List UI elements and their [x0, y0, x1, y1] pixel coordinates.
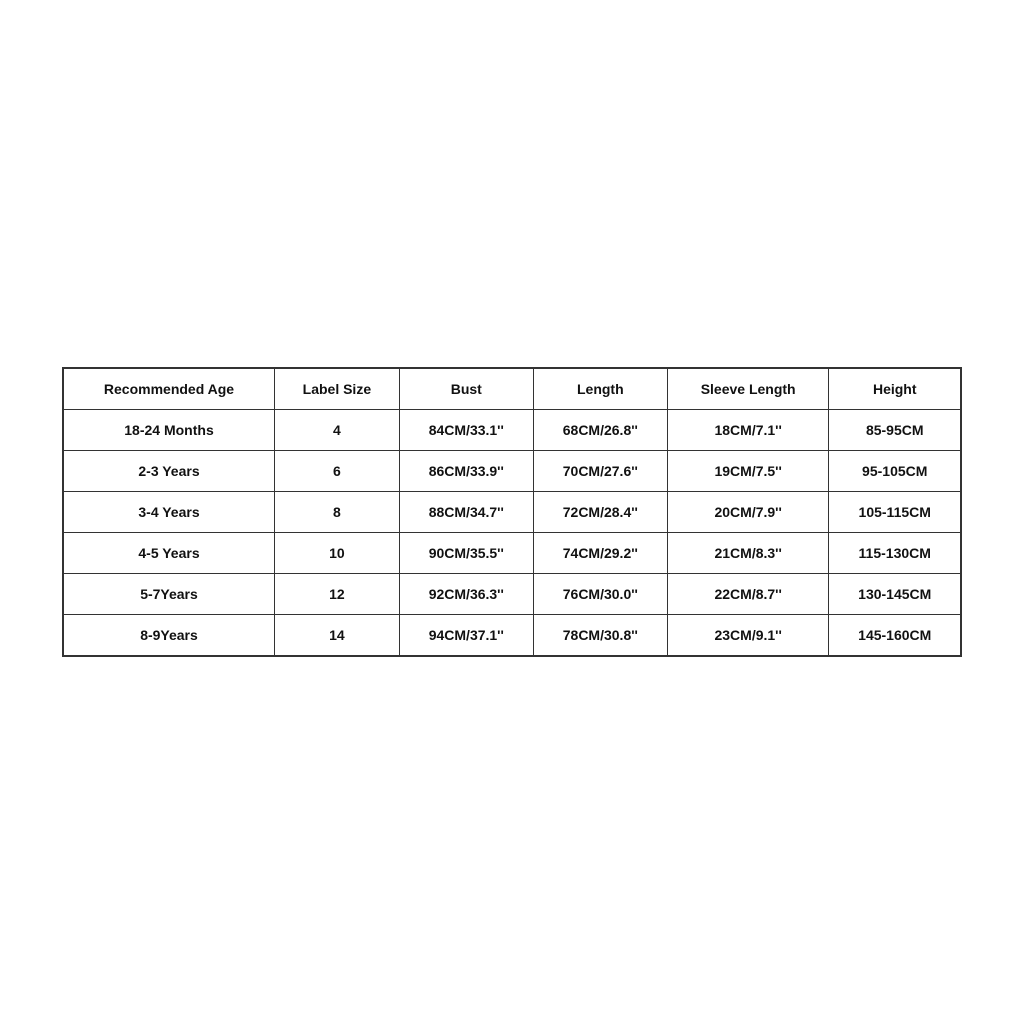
cell-length: 78CM/30.8'': [533, 615, 667, 657]
cell-length: 74CM/29.2'': [533, 533, 667, 574]
cell-age: 8-9Years: [63, 615, 275, 657]
cell-sleeve-length: 23CM/9.1'': [667, 615, 829, 657]
col-header-bust: Bust: [399, 368, 533, 410]
cell-sleeve-length: 19CM/7.5'': [667, 451, 829, 492]
cell-height: 115-130CM: [829, 533, 961, 574]
cell-height: 105-115CM: [829, 492, 961, 533]
cell-bust: 92CM/36.3'': [399, 574, 533, 615]
cell-age: 5-7Years: [63, 574, 275, 615]
table-row: 18-24 Months484CM/33.1''68CM/26.8''18CM/…: [63, 410, 961, 451]
cell-bust: 88CM/34.7'': [399, 492, 533, 533]
cell-age: 4-5 Years: [63, 533, 275, 574]
table-row: 8-9Years1494CM/37.1''78CM/30.8''23CM/9.1…: [63, 615, 961, 657]
col-header-age: Recommended Age: [63, 368, 275, 410]
cell-sleeve-length: 22CM/8.7'': [667, 574, 829, 615]
cell-height: 85-95CM: [829, 410, 961, 451]
cell-label-size: 12: [275, 574, 400, 615]
cell-age: 3-4 Years: [63, 492, 275, 533]
cell-length: 76CM/30.0'': [533, 574, 667, 615]
cell-age: 18-24 Months: [63, 410, 275, 451]
cell-height: 95-105CM: [829, 451, 961, 492]
size-chart-container: Recommended Age Label Size Bust Length S…: [62, 367, 962, 657]
cell-label-size: 6: [275, 451, 400, 492]
size-chart-table: Recommended Age Label Size Bust Length S…: [62, 367, 962, 657]
cell-bust: 84CM/33.1'': [399, 410, 533, 451]
table-row: 2-3 Years686CM/33.9''70CM/27.6''19CM/7.5…: [63, 451, 961, 492]
table-row: 5-7Years1292CM/36.3''76CM/30.0''22CM/8.7…: [63, 574, 961, 615]
cell-height: 130-145CM: [829, 574, 961, 615]
col-header-length: Length: [533, 368, 667, 410]
cell-label-size: 8: [275, 492, 400, 533]
cell-length: 68CM/26.8'': [533, 410, 667, 451]
cell-bust: 94CM/37.1'': [399, 615, 533, 657]
table-row: 3-4 Years888CM/34.7''72CM/28.4''20CM/7.9…: [63, 492, 961, 533]
cell-label-size: 14: [275, 615, 400, 657]
cell-bust: 86CM/33.9'': [399, 451, 533, 492]
col-header-sleeve-length: Sleeve Length: [667, 368, 829, 410]
cell-sleeve-length: 18CM/7.1'': [667, 410, 829, 451]
cell-bust: 90CM/35.5'': [399, 533, 533, 574]
table-row: 4-5 Years1090CM/35.5''74CM/29.2''21CM/8.…: [63, 533, 961, 574]
cell-label-size: 10: [275, 533, 400, 574]
col-header-height: Height: [829, 368, 961, 410]
cell-label-size: 4: [275, 410, 400, 451]
col-header-label-size: Label Size: [275, 368, 400, 410]
cell-sleeve-length: 21CM/8.3'': [667, 533, 829, 574]
cell-age: 2-3 Years: [63, 451, 275, 492]
cell-length: 72CM/28.4'': [533, 492, 667, 533]
cell-length: 70CM/27.6'': [533, 451, 667, 492]
table-header-row: Recommended Age Label Size Bust Length S…: [63, 368, 961, 410]
cell-sleeve-length: 20CM/7.9'': [667, 492, 829, 533]
cell-height: 145-160CM: [829, 615, 961, 657]
